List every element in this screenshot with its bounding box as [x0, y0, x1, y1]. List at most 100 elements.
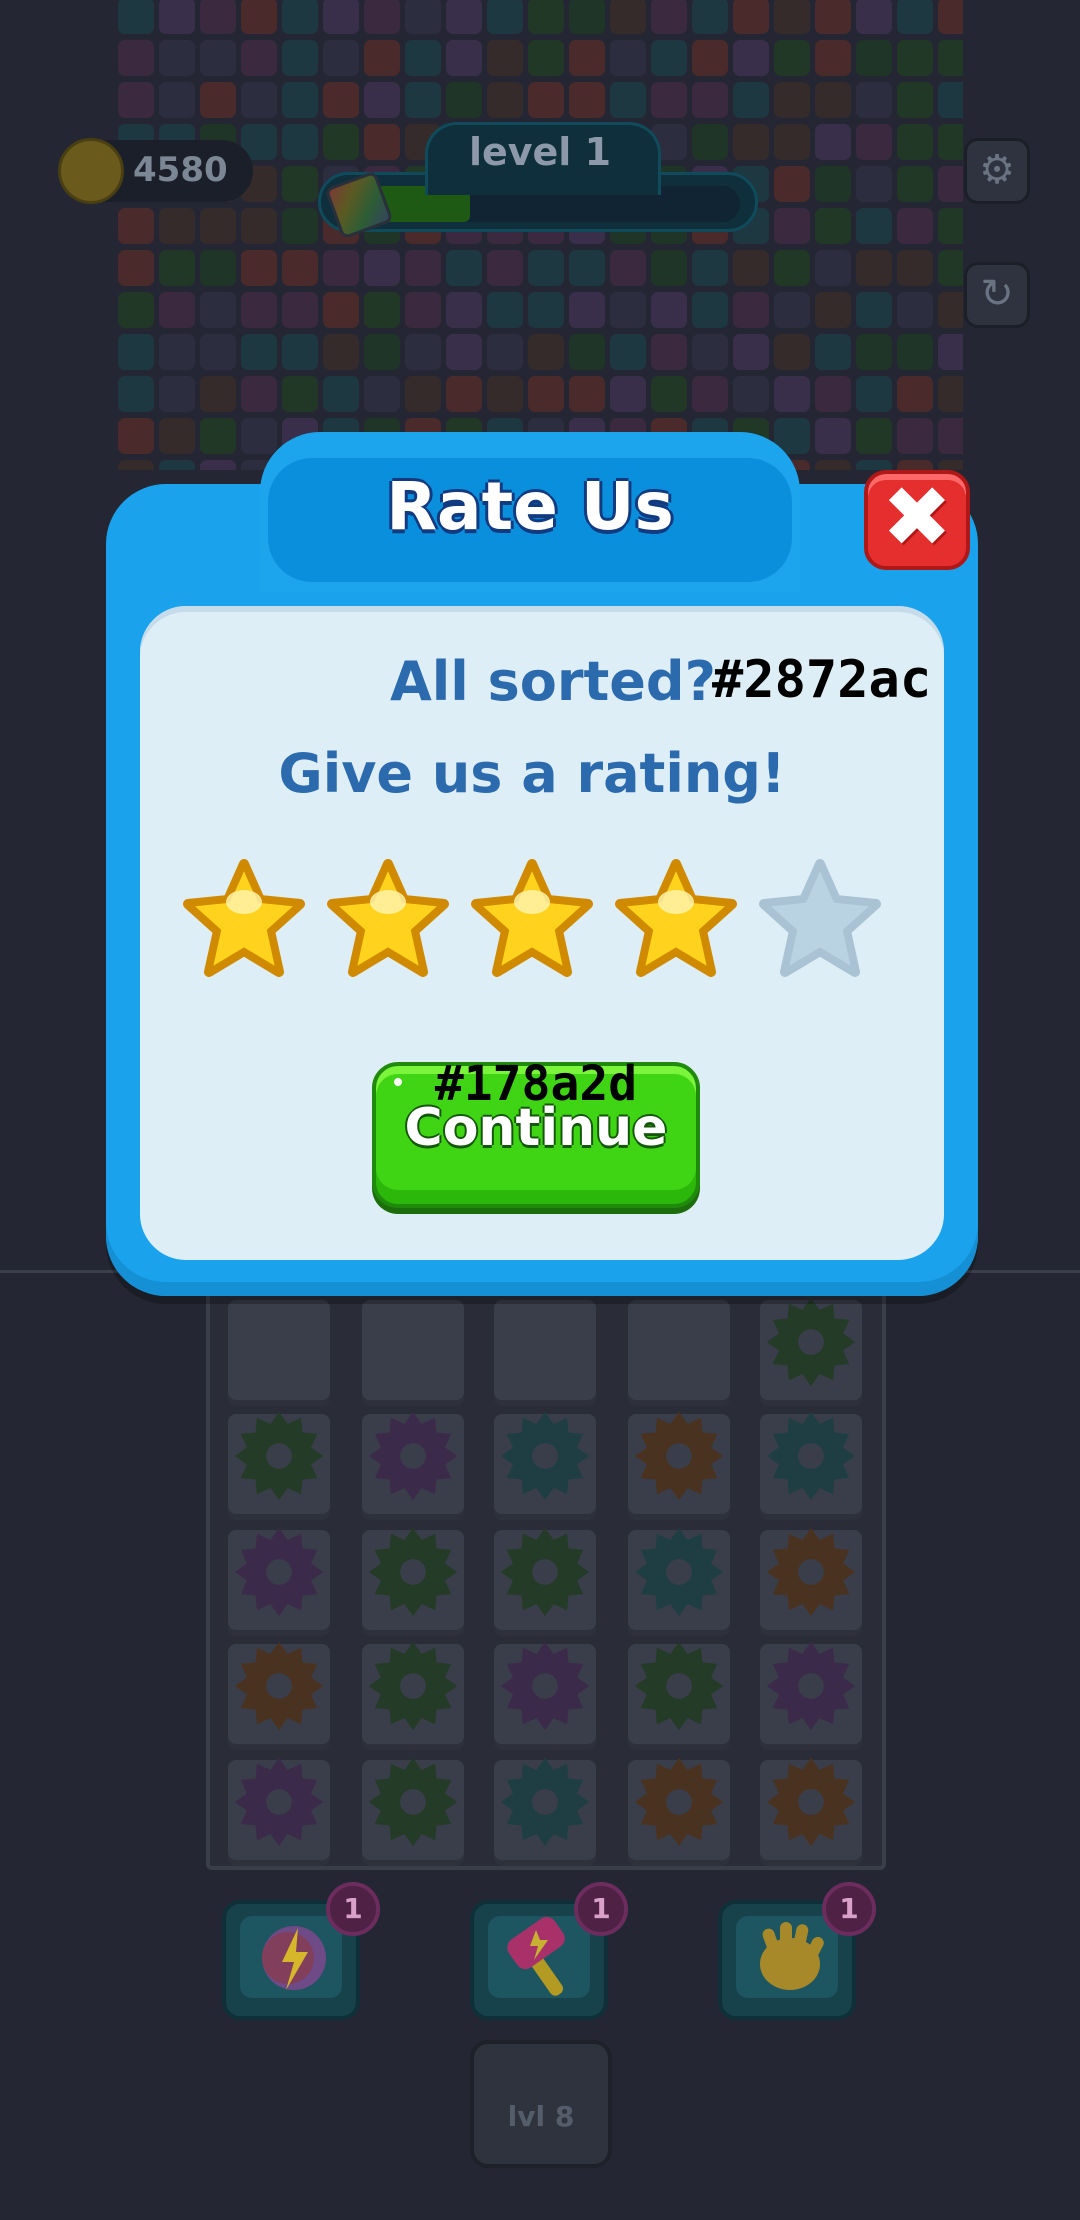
board-cell [856, 418, 892, 454]
saw-gear-icon[interactable] [765, 1640, 857, 1732]
board-cell [897, 208, 933, 244]
board-cell [569, 0, 605, 34]
star-filled-icon[interactable] [612, 858, 740, 980]
star-filled-icon[interactable] [468, 858, 596, 980]
saw-gear-icon[interactable] [633, 1410, 725, 1502]
tray-slot[interactable] [628, 1300, 730, 1400]
board-cell [159, 292, 195, 328]
saw-gear-icon[interactable] [765, 1526, 857, 1618]
board-cell [323, 40, 359, 76]
tray-slot[interactable] [494, 1300, 596, 1400]
board-cell [569, 376, 605, 412]
board-cell [774, 40, 810, 76]
board-cell [487, 334, 523, 370]
board-cell [692, 82, 728, 118]
star-filled-icon[interactable] [180, 858, 308, 980]
board-cell [692, 250, 728, 286]
saw-gear-icon[interactable] [233, 1756, 325, 1848]
board-cell [774, 334, 810, 370]
board-cell [364, 250, 400, 286]
board-cell [446, 334, 482, 370]
board-cell [446, 40, 482, 76]
restart-button[interactable]: ↻ [964, 262, 1030, 328]
board-cell [815, 82, 851, 118]
board-cell [938, 82, 963, 118]
board-cell [200, 208, 236, 244]
board-cell [200, 334, 236, 370]
board-cell [610, 250, 646, 286]
board-cell [692, 124, 728, 160]
board-cell [282, 292, 318, 328]
close-icon[interactable]: ✖ [864, 462, 970, 572]
saw-gear-icon[interactable] [499, 1640, 591, 1732]
tray-slot[interactable] [362, 1300, 464, 1400]
saw-gear-icon[interactable] [765, 1756, 857, 1848]
board-cell [487, 82, 523, 118]
board-cell [856, 334, 892, 370]
board-cell [938, 334, 963, 370]
board-cell [815, 334, 851, 370]
board-cell [282, 376, 318, 412]
board-cell [405, 82, 441, 118]
board-cell [856, 250, 892, 286]
saw-gear-icon[interactable] [499, 1756, 591, 1848]
board-cell [733, 82, 769, 118]
board-cell [282, 0, 318, 34]
lightning-gear-icon [262, 1926, 326, 1990]
board-cell [528, 292, 564, 328]
saw-gear-icon[interactable] [233, 1410, 325, 1502]
settings-button[interactable]: ⚙ [964, 138, 1030, 204]
board-cell [405, 40, 441, 76]
board-cell [405, 0, 441, 34]
board-cell [241, 334, 277, 370]
saw-gear-icon[interactable] [633, 1640, 725, 1732]
board-cell [897, 250, 933, 286]
board-cell [487, 0, 523, 34]
board-cell [282, 334, 318, 370]
booster-count-badge: 1 [822, 1882, 876, 1936]
saw-gear-icon[interactable] [367, 1410, 459, 1502]
tray-slot[interactable] [228, 1300, 330, 1400]
board-cell [651, 292, 687, 328]
board-cell [856, 292, 892, 328]
saw-gear-icon[interactable] [367, 1526, 459, 1618]
board-cell [118, 208, 154, 244]
saw-gear-icon[interactable] [367, 1640, 459, 1732]
saw-gear-icon[interactable] [233, 1526, 325, 1618]
board-cell [159, 460, 195, 470]
saw-gear-icon[interactable] [367, 1756, 459, 1848]
saw-gear-icon[interactable] [499, 1410, 591, 1502]
board-cell [897, 124, 933, 160]
board-cell [897, 334, 933, 370]
saw-gear-icon[interactable] [633, 1526, 725, 1618]
star-filled-icon[interactable] [324, 858, 452, 980]
board-cell [118, 418, 154, 454]
board-cell [733, 292, 769, 328]
board-cell [692, 40, 728, 76]
board-cell [610, 82, 646, 118]
board-cell [610, 376, 646, 412]
board-cell [118, 82, 154, 118]
board-cell [200, 418, 236, 454]
game-board [118, 0, 963, 470]
board-cell [856, 40, 892, 76]
board-cell [733, 40, 769, 76]
saw-gear-icon[interactable] [499, 1526, 591, 1618]
board-cell [733, 250, 769, 286]
board-cell [692, 376, 728, 412]
board-cell [938, 418, 963, 454]
board-cell [651, 334, 687, 370]
board-cell [733, 334, 769, 370]
board-cell [815, 460, 851, 470]
board-cell [774, 250, 810, 286]
saw-gear-icon[interactable] [633, 1756, 725, 1848]
coin-count: 4580 [133, 150, 228, 190]
saw-gear-icon[interactable] [765, 1410, 857, 1502]
board-cell [364, 40, 400, 76]
saw-gear-icon[interactable] [765, 1296, 857, 1388]
board-cell [159, 418, 195, 454]
board-cell [118, 334, 154, 370]
board-cell [733, 0, 769, 34]
star-empty-icon[interactable] [756, 858, 884, 980]
saw-gear-icon[interactable] [233, 1640, 325, 1732]
